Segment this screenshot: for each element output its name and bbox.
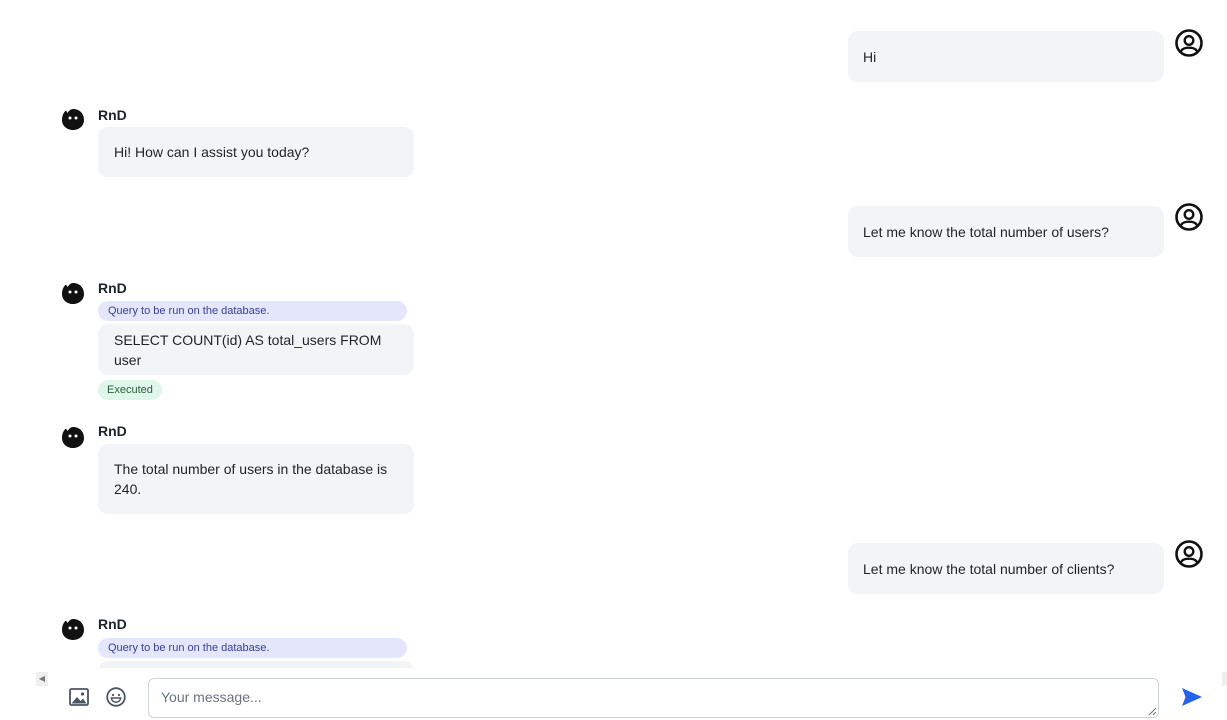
bot-avatar-icon	[62, 109, 84, 130]
bot-name: RnD	[98, 423, 127, 439]
bot-avatar-icon	[62, 619, 84, 640]
bot-avatar-icon	[62, 427, 84, 448]
user-message: Let me know the total number of clients?	[848, 543, 1164, 594]
user-message-text: Let me know the total number of clients?	[863, 560, 1115, 577]
scroll-left-arrow[interactable]: ◀	[36, 672, 48, 686]
bot-message-text: Hi! How can I assist you today?	[114, 144, 310, 160]
sql-query-bubble: SELECT COUNT(id) AS total_users FROM use…	[98, 324, 414, 375]
bot-name: RnD	[98, 107, 127, 123]
send-icon[interactable]	[1180, 686, 1204, 708]
scroll-right-arrow[interactable]	[1222, 672, 1227, 686]
message-list[interactable]: Hi RnD Hi! How can I assist you today? L…	[0, 0, 1227, 668]
message-input[interactable]	[148, 678, 1159, 718]
bot-message: The total number of users in the databas…	[98, 444, 414, 514]
query-label-pill: Query to be run on the database.	[98, 638, 407, 658]
message-composer	[50, 668, 1222, 720]
user-message: Let me know the total number of users?	[848, 206, 1164, 257]
user-avatar-icon	[1175, 29, 1203, 57]
executed-badge: Executed	[98, 380, 162, 400]
query-label-pill: Query to be run on the database.	[98, 301, 407, 321]
resize-grip-icon[interactable]	[1147, 706, 1157, 716]
image-icon[interactable]	[68, 686, 90, 708]
sql-query-text: SELECT COUNT(id) AS total_users FROM use…	[114, 331, 382, 368]
sql-query-bubble	[98, 661, 414, 668]
bot-name: RnD	[98, 616, 127, 632]
bot-name: RnD	[98, 280, 127, 296]
user-message-text: Hi	[863, 48, 877, 65]
bot-message-text: The total number of users in the databas…	[114, 461, 388, 497]
user-avatar-icon	[1175, 540, 1203, 568]
chat-app: Hi RnD Hi! How can I assist you today? L…	[0, 0, 1227, 720]
user-message: Hi	[848, 31, 1164, 82]
user-avatar-icon	[1175, 203, 1203, 231]
emoji-icon[interactable]	[105, 686, 127, 708]
user-message-text: Let me know the total number of users?	[863, 223, 1109, 240]
bot-avatar-icon	[62, 283, 84, 304]
bot-message: Hi! How can I assist you today?	[98, 127, 414, 177]
